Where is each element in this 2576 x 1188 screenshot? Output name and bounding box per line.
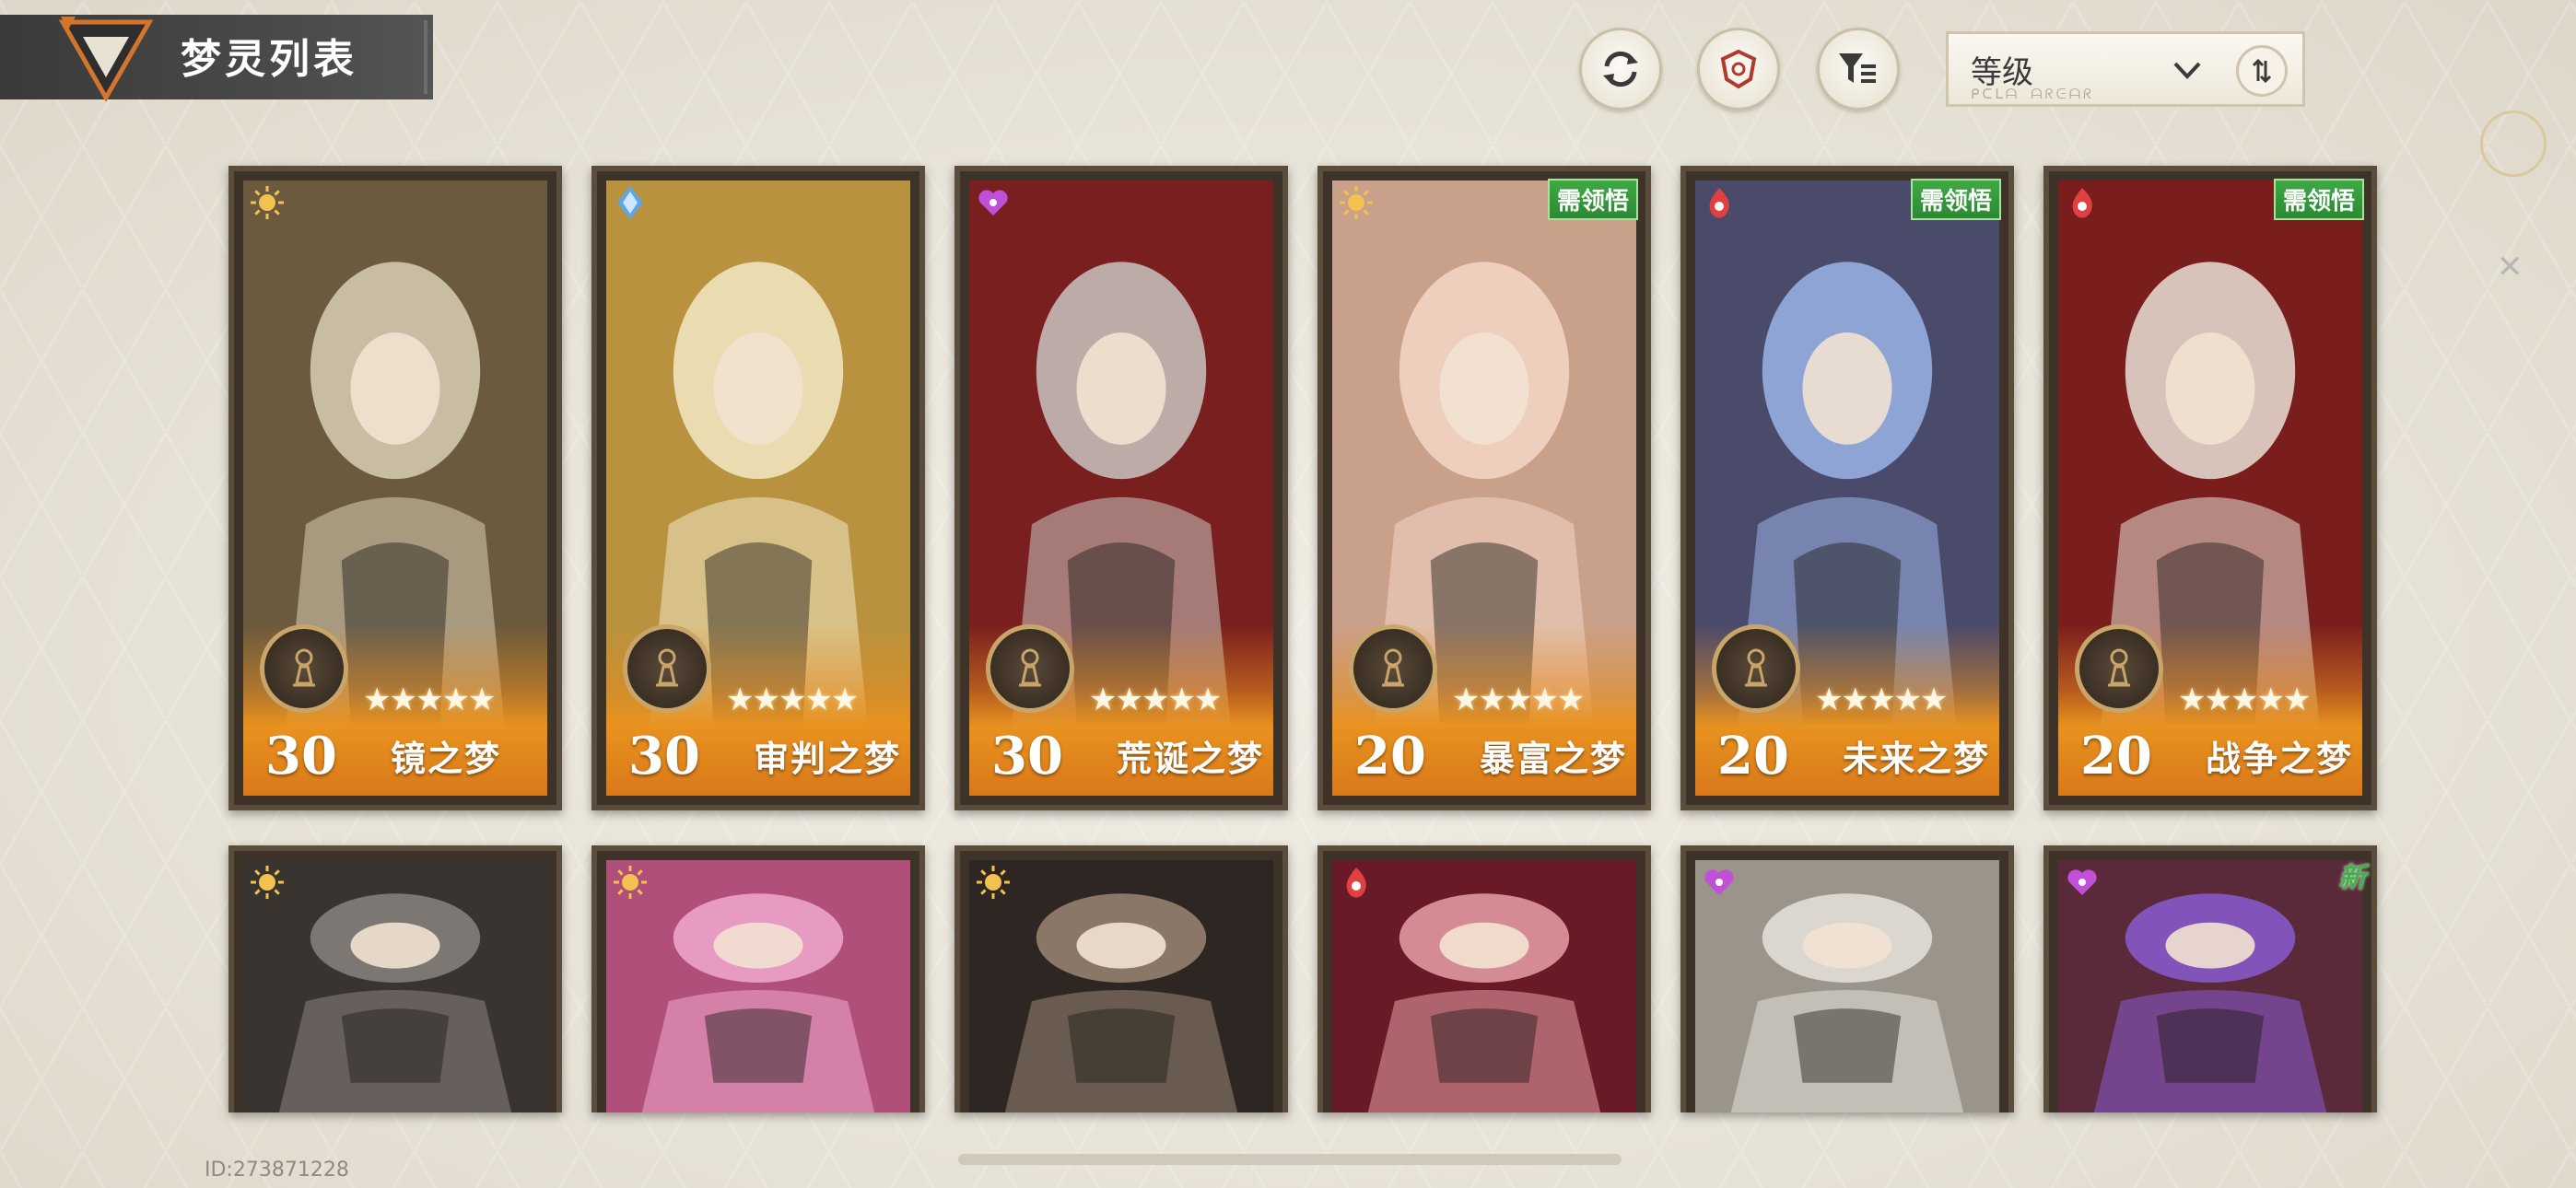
refresh-icon — [1603, 51, 1638, 87]
card-name: 战争之梦 — [2206, 738, 2354, 779]
card-art — [1332, 860, 1636, 1112]
decorative-ring — [2480, 111, 2547, 177]
card-name: 审判之梦 — [754, 738, 902, 779]
refresh-button[interactable] — [1579, 28, 1662, 111]
character-card[interactable]: 新 — [2043, 845, 2377, 1112]
sun-element-icon — [977, 866, 1010, 899]
need-comprehend-badge: 需领悟 — [1547, 179, 1638, 220]
user-id: ID:273871228 — [205, 1159, 349, 1182]
heart-element-icon — [978, 190, 1008, 215]
card-name: 镜之梦 — [391, 738, 502, 779]
class-badge — [2075, 624, 2163, 713]
card-level: 30 — [265, 726, 337, 786]
star-rating: ★★★★★ — [2178, 681, 2311, 718]
pawn-class-icon — [656, 648, 678, 687]
star-rating: ★★★★★ — [1089, 681, 1222, 718]
horizontal-scrollbar[interactable] — [958, 1154, 1622, 1165]
chevron-down-icon — [2173, 62, 2201, 79]
need-comprehend-badge: 需领悟 — [2273, 179, 2364, 220]
character-card[interactable]: ★★★★★ 30 荒诞之梦 — [954, 166, 1288, 810]
card-level: 30 — [628, 726, 700, 786]
card-art — [1695, 860, 1999, 1112]
card-info-band: ★★★★★ 20 暴富之梦 — [1332, 624, 1636, 796]
card-name: 未来之梦 — [1843, 738, 1991, 779]
card-name: 荒诞之梦 — [1117, 738, 1265, 779]
card-level: 20 — [1717, 726, 1789, 786]
character-card[interactable]: 需领悟 ★★★★★ 20 暴富之梦 — [1317, 166, 1651, 810]
card-info-band: ★★★★★ 30 荒诞之梦 — [969, 624, 1273, 796]
sort-subtitle: ᑭᑕᒪᗩ ᗩᖇᕮᗩᖇ — [1971, 86, 2095, 102]
card-level: 20 — [1354, 726, 1426, 786]
character-card[interactable] — [954, 845, 1288, 1112]
sun-element-icon — [614, 866, 647, 899]
character-portrait — [1332, 860, 1636, 1112]
filter-icon — [1839, 53, 1876, 83]
character-card[interactable]: ★★★★★ 30 镜之梦 — [228, 166, 562, 810]
card-art — [243, 860, 547, 1112]
character-card[interactable] — [228, 845, 562, 1112]
sort-direction-button[interactable] — [2236, 45, 2288, 97]
sort-dropdown[interactable]: 等级 ᑭᑕᒪᗩ ᗩᖇᕮᗩᖇ — [1946, 31, 2305, 107]
flame-element-icon — [1709, 188, 1729, 218]
star-rating: ★★★★★ — [726, 681, 859, 718]
character-card[interactable]: 需领悟 ★★★★★ 20 战争之梦 — [2043, 166, 2377, 810]
card-info-band: ★★★★★ 30 审判之梦 — [606, 624, 910, 796]
heart-element-icon — [2067, 869, 2097, 895]
card-art — [969, 860, 1273, 1112]
class-badge — [1349, 624, 1437, 713]
card-level: 30 — [991, 726, 1063, 786]
pawn-class-icon — [293, 648, 315, 687]
class-badge — [260, 624, 348, 713]
card-level: 20 — [2080, 726, 2152, 786]
class-badge — [623, 624, 711, 713]
card-name: 暴富之梦 — [1480, 738, 1628, 779]
flame-element-icon — [2072, 188, 2092, 218]
character-portrait — [243, 860, 547, 1112]
class-badge — [1712, 624, 1800, 713]
star-rating: ★★★★★ — [1815, 681, 1948, 718]
character-card[interactable] — [1317, 845, 1651, 1112]
star-rating: ★★★★★ — [1452, 681, 1585, 718]
new-badge: 新 — [2338, 862, 2366, 894]
card-art — [606, 860, 910, 1112]
filter-button[interactable] — [1817, 28, 1900, 111]
sun-element-icon — [1340, 186, 1373, 219]
character-portrait — [2058, 860, 2362, 1112]
character-card[interactable] — [591, 845, 925, 1112]
pawn-class-icon — [1019, 648, 1041, 687]
card-info-band: ★★★★★ 20 战争之梦 — [2058, 624, 2362, 796]
pawn-class-icon — [2108, 648, 2130, 687]
card-info-band: ★★★★★ 20 未来之梦 — [1695, 624, 1999, 796]
page-title: 梦灵列表 — [181, 36, 357, 83]
heart-element-icon — [1704, 869, 1734, 895]
game-logo-icon — [58, 17, 154, 103]
target-shield-icon — [1720, 49, 1757, 89]
star-rating: ★★★★★ — [363, 681, 496, 718]
character-portrait — [606, 860, 910, 1112]
sort-direction-icon — [2252, 58, 2272, 84]
decorative-cross: ✕ — [2497, 249, 2523, 285]
sun-element-icon — [251, 186, 284, 219]
card-info-band: ★★★★★ 30 镜之梦 — [243, 624, 547, 796]
crystal-element-icon — [617, 186, 643, 219]
character-card[interactable] — [1680, 845, 2014, 1112]
card-art — [2058, 860, 2362, 1112]
pawn-class-icon — [1382, 648, 1404, 687]
character-card[interactable]: 需领悟 ★★★★★ 20 未来之梦 — [1680, 166, 2014, 810]
character-portrait — [1695, 860, 1999, 1112]
character-portrait — [969, 860, 1273, 1112]
flame-element-icon — [1346, 868, 1366, 898]
pawn-class-icon — [1745, 648, 1767, 687]
target-button[interactable] — [1697, 28, 1780, 111]
character-card[interactable]: ★★★★★ 30 审判之梦 — [591, 166, 925, 810]
class-badge — [986, 624, 1074, 713]
need-comprehend-badge: 需领悟 — [1910, 179, 2001, 220]
sun-element-icon — [251, 866, 284, 899]
